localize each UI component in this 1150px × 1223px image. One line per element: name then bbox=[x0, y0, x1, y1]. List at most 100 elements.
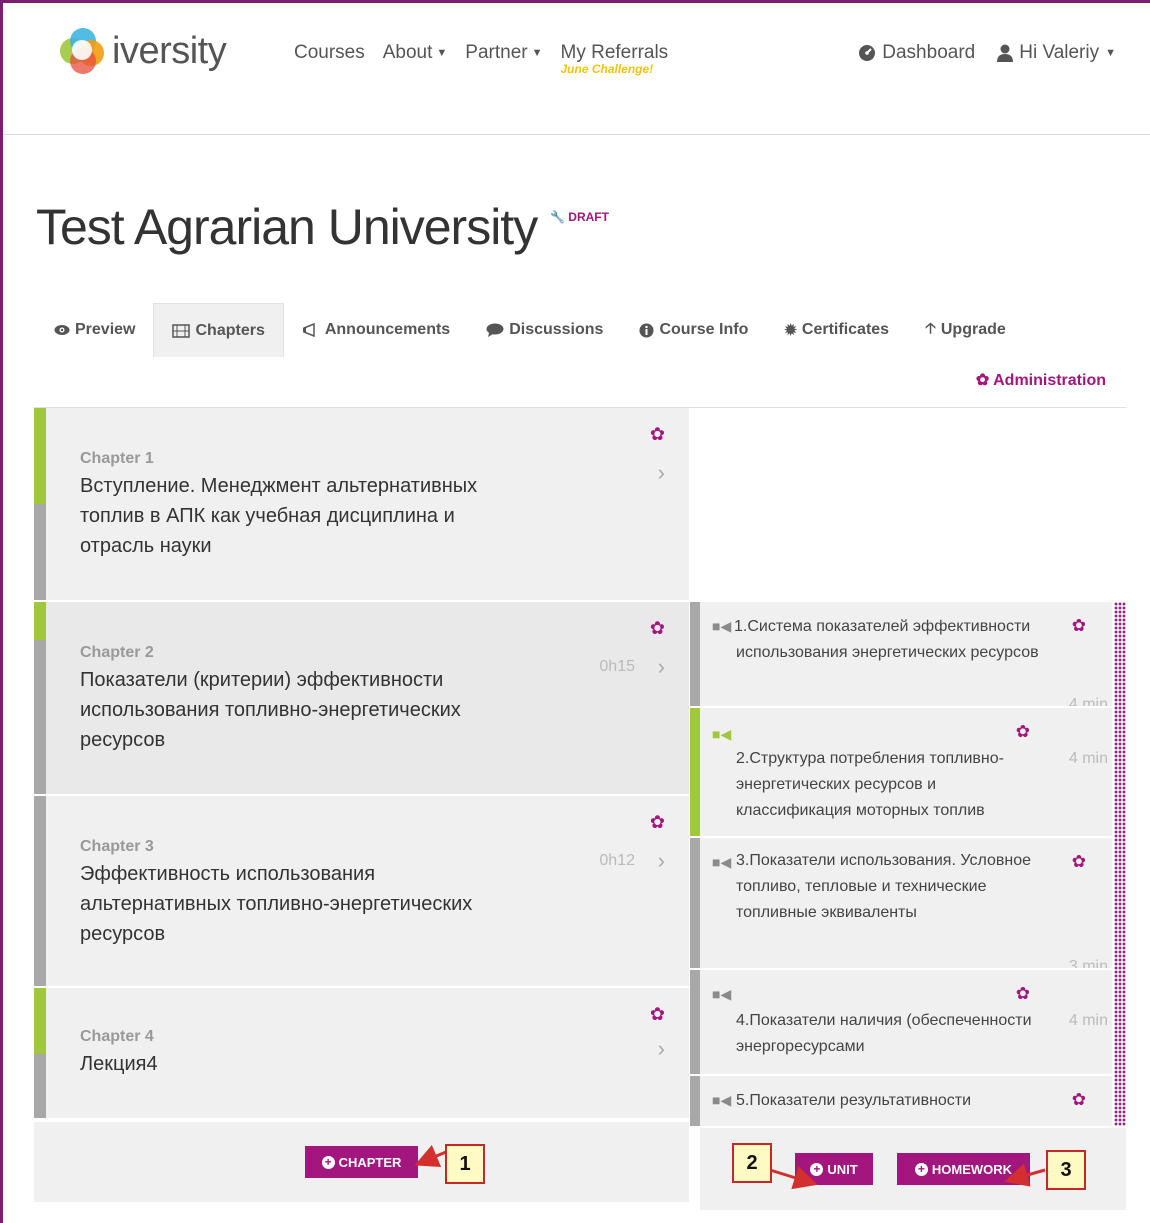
course-tabs: Preview Chapters Announcements Discussio… bbox=[36, 303, 1024, 357]
tab-certificates-label: Certificates bbox=[801, 321, 890, 338]
nav-partner[interactable]: Partner ▼ bbox=[465, 42, 542, 64]
tab-chapters-label: Chapters bbox=[195, 321, 265, 339]
tab-announcements[interactable]: Announcements bbox=[284, 303, 468, 357]
unit-item[interactable]: ■◀ 4.Показатели наличия (обеспеченности … bbox=[690, 970, 1112, 1076]
draft-badge[interactable]: 🔧 DRAFT bbox=[550, 210, 609, 224]
chapter-item[interactable]: Chapter 3 Эффективность использования ал… bbox=[34, 796, 689, 988]
unit-item[interactable]: ■◀ 1.Система показателей эффективности и… bbox=[690, 602, 1112, 708]
add-homework-label: HOMEWORK bbox=[931, 1161, 1013, 1177]
video-camera-icon: ■◀ bbox=[712, 618, 732, 634]
user-nav: Dashboard Hi Valeriy ▼ bbox=[858, 42, 1116, 64]
gear-icon[interactable]: ✿ bbox=[1072, 616, 1086, 636]
gear-icon[interactable]: ✿ bbox=[650, 424, 665, 445]
header-divider bbox=[3, 134, 1150, 135]
unit-item[interactable]: ■◀ 2.Структура потребления топливно-энер… bbox=[690, 708, 1112, 838]
unit-status-bar bbox=[690, 1076, 700, 1126]
brand-logo[interactable]: iversity bbox=[60, 28, 227, 74]
video-camera-icon: ■◀ bbox=[712, 854, 732, 870]
tab-discussions-label: Discussions bbox=[509, 321, 604, 338]
unit-title: 3.Показатели использования. Условное топ… bbox=[736, 852, 1031, 921]
gear-icon[interactable]: ✿ bbox=[650, 1004, 665, 1025]
nav-courses[interactable]: Courses bbox=[294, 42, 365, 64]
chapter-status-bar bbox=[34, 408, 46, 600]
chapter-name: Показатели (критерии) эффективности испо… bbox=[80, 669, 461, 751]
add-unit-button[interactable]: + UNIT bbox=[795, 1153, 873, 1185]
tab-chapters[interactable]: Chapters bbox=[153, 303, 284, 357]
tab-course-info[interactable]: Course Info bbox=[621, 303, 766, 357]
gear-icon[interactable]: ✿ bbox=[1072, 852, 1086, 872]
chapter-duration: 0h12 bbox=[599, 852, 635, 869]
unit-title: 2.Структура потребления топливно-энергет… bbox=[736, 750, 1004, 819]
chapter-item[interactable]: Chapter 4 Лекция4 ✿ › bbox=[34, 988, 689, 1120]
plus-circle-icon: + bbox=[810, 1162, 824, 1176]
user-menu-label: Hi Valeriy bbox=[1019, 42, 1100, 63]
administration-link[interactable]: ✿ Administration bbox=[976, 370, 1106, 390]
logo-mark-icon bbox=[60, 28, 106, 74]
chapter-status-bar bbox=[34, 988, 46, 1118]
tab-preview-label: Preview bbox=[75, 321, 136, 338]
caret-down-icon: ▼ bbox=[531, 47, 543, 59]
course-title: Test Agrarian University bbox=[36, 199, 538, 255]
gear-icon: ✿ bbox=[975, 372, 990, 389]
gear-icon[interactable]: ✿ bbox=[1016, 984, 1030, 1004]
chapter-duration: 0h15 bbox=[599, 658, 635, 675]
nav-referrals-label: My Referrals bbox=[560, 42, 669, 63]
gear-icon[interactable]: ✿ bbox=[650, 812, 665, 833]
unit-status-bar bbox=[690, 602, 700, 706]
dashboard-icon bbox=[859, 45, 876, 61]
scroll-indicator[interactable] bbox=[1114, 602, 1126, 1126]
chevron-right-icon[interactable]: › bbox=[658, 460, 665, 486]
caret-down-icon: ▼ bbox=[1105, 47, 1116, 59]
tab-announcements-label: Announcements bbox=[324, 321, 451, 338]
user-menu[interactable]: Hi Valeriy ▼ bbox=[997, 42, 1116, 64]
unit-title: 1.Система показателей эффективности испо… bbox=[734, 618, 1039, 661]
chevron-right-icon[interactable]: › bbox=[658, 848, 665, 874]
nav-about[interactable]: About ▼ bbox=[383, 42, 448, 64]
arrow-up-icon: 🡡 bbox=[925, 319, 936, 337]
unit-status-bar bbox=[690, 970, 700, 1074]
unit-item[interactable]: ■◀ 3.Показатели использования. Условное … bbox=[690, 838, 1112, 970]
video-camera-icon: ■◀ bbox=[712, 1092, 732, 1108]
chapter-label: Chapter 2 bbox=[80, 644, 154, 661]
gear-icon[interactable]: ✿ bbox=[1016, 722, 1030, 742]
gear-icon[interactable]: ✿ bbox=[1072, 1090, 1086, 1110]
unit-duration: 4 min bbox=[1068, 696, 1108, 708]
tab-discussions[interactable]: Discussions bbox=[468, 303, 621, 357]
chapter-item[interactable]: Chapter 2 Показатели (критерии) эффектив… bbox=[34, 602, 689, 796]
tab-course-info-label: Course Info bbox=[659, 321, 749, 338]
chapter-item[interactable]: Chapter 1 Вступление. Менеджмент альтерн… bbox=[34, 408, 689, 602]
nav-partner-label: Partner bbox=[465, 42, 528, 63]
annotation-callout-1: 1 bbox=[445, 1144, 485, 1184]
video-camera-icon: ■◀ bbox=[712, 726, 732, 742]
chevron-right-icon[interactable]: › bbox=[658, 654, 665, 680]
add-homework-button[interactable]: + HOMEWORK bbox=[897, 1153, 1030, 1185]
add-chapter-button[interactable]: + CHAPTER bbox=[305, 1146, 418, 1178]
info-icon bbox=[639, 323, 654, 337]
chevron-right-icon[interactable]: › bbox=[658, 1036, 665, 1062]
add-chapter-label: CHAPTER bbox=[338, 1154, 402, 1170]
nav-referrals[interactable]: My Referrals June Challenge! bbox=[560, 42, 669, 76]
chapter-name: Эффективность использования альтернативн… bbox=[80, 863, 473, 945]
bullhorn-icon bbox=[302, 323, 315, 337]
tab-preview[interactable]: Preview bbox=[36, 303, 153, 357]
unit-title: 4.Показатели наличия (обеспеченности эне… bbox=[736, 1012, 1032, 1055]
nav-dashboard[interactable]: Dashboard bbox=[858, 42, 975, 64]
top-nav: Courses About ▼ Partner ▼ My Referrals Jun… bbox=[294, 42, 669, 76]
nav-courses-label: Courses bbox=[294, 42, 365, 63]
nav-about-label: About bbox=[382, 42, 433, 63]
unit-title: 5.Показатели результативности bbox=[736, 1092, 972, 1109]
unit-status-bar bbox=[690, 838, 700, 968]
comment-icon bbox=[486, 323, 504, 337]
gear-icon[interactable]: ✿ bbox=[650, 618, 665, 639]
chapter-name: Вступление. Менеджмент альтернативных то… bbox=[80, 475, 478, 557]
tab-certificates[interactable]: ✹ Certificates bbox=[766, 303, 907, 357]
chapter-status-bar bbox=[34, 602, 46, 794]
unit-item[interactable]: ■◀ 5.Показатели результативности ✿ bbox=[690, 1076, 1112, 1128]
add-unit-label: UNIT bbox=[827, 1161, 858, 1177]
unit-status-bar bbox=[690, 708, 700, 836]
annotation-callout-2: 2 bbox=[732, 1143, 772, 1183]
user-icon bbox=[997, 44, 1014, 62]
unit-duration: 4 min bbox=[1068, 1012, 1108, 1029]
tab-upgrade[interactable]: 🡡 Upgrade bbox=[907, 303, 1024, 357]
plus-circle-icon: + bbox=[321, 1155, 335, 1169]
